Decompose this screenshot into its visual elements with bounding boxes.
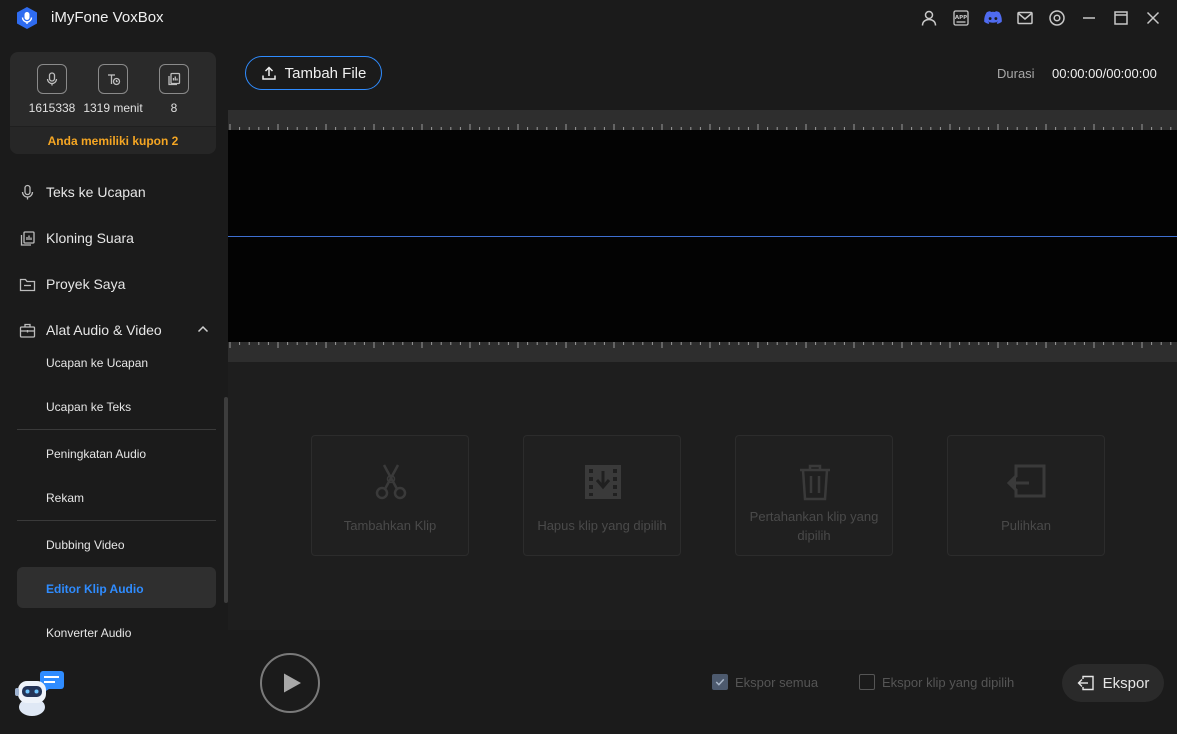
editor-top-bar: Tambah File Durasi 00:00:00/00:00:00 — [228, 36, 1177, 110]
tool-label: Hapus klip yang dipilih — [537, 518, 667, 533]
nav-voice-cloning[interactable]: Kloning Suara — [18, 226, 134, 250]
waveform-area[interactable] — [228, 130, 1177, 342]
add-clip-button[interactable]: Tambahkan Klip — [311, 435, 469, 556]
add-file-button[interactable]: Tambah File — [245, 56, 382, 90]
play-button[interactable] — [260, 653, 320, 713]
export-all-label: Ekspor semua — [735, 674, 819, 690]
minimize-icon[interactable] — [1073, 2, 1105, 34]
chevron-up-icon[interactable] — [196, 322, 210, 336]
coupon-banner[interactable]: Anda memiliki kupon 2 — [10, 126, 216, 154]
stat-value: 1615338 — [28, 101, 76, 115]
stat-characters: 1615338 — [22, 64, 82, 115]
delete-selected-clip-button[interactable]: Hapus klip yang dipilih — [523, 435, 681, 556]
sub-item-speech-to-speech[interactable]: Ucapan ke Ucapan — [46, 356, 148, 370]
close-icon[interactable] — [1137, 2, 1169, 34]
export-selected-checkbox[interactable]: Ekspor klip yang dipilih — [859, 674, 1014, 690]
user-icon[interactable] — [913, 2, 945, 34]
sub-item-video-dubbing[interactable]: Dubbing Video — [46, 538, 125, 552]
tool-label: Pulihkan — [1001, 518, 1051, 533]
app-logo-icon — [17, 7, 37, 29]
timeline-ruler-bottom — [228, 342, 1177, 362]
chatbot-icon[interactable] — [12, 669, 66, 719]
maximize-icon[interactable] — [1105, 2, 1137, 34]
export-selected-label: Ekspor klip yang dipilih — [882, 674, 1015, 690]
app-badge-text: APP — [955, 15, 967, 21]
stat-clones: 8 — [144, 64, 204, 115]
trash-icon — [800, 464, 830, 501]
sub-item-record[interactable]: Rekam — [46, 491, 84, 505]
nav-label: Proyek Saya — [46, 276, 126, 292]
playback-bar: Ekspor semua Ekspor klip yang dipilih Ek… — [228, 630, 1177, 734]
export-all-checkbox[interactable]: Ekspor semua — [712, 674, 818, 690]
stats-card: 1615338 1319 menit 8 Anda memiliki kupon… — [10, 52, 216, 154]
folder-icon — [18, 275, 36, 293]
sub-item-audio-enhancement[interactable]: Peningkatan Audio — [46, 447, 146, 461]
title-bar: iMyFone VoxBox APP — [0, 0, 1177, 36]
main-panel: Tambah File Durasi 00:00:00/00:00:00 Tam… — [228, 36, 1177, 734]
tool-label: Pertahankan klip yang dipilih — [749, 509, 879, 543]
checkbox-checked-icon — [712, 674, 728, 690]
nav-label: Teks ke Ucapan — [46, 184, 146, 200]
export-icon — [1077, 675, 1094, 691]
export-button-label: Ekspor — [1102, 674, 1150, 692]
nav-my-projects[interactable]: Proyek Saya — [18, 272, 125, 296]
nav-label: Alat Audio & Video — [46, 322, 162, 338]
clip-tools-area: Tambahkan Klip Hapus klip yang dipilih P… — [228, 362, 1177, 630]
nav-text-to-speech[interactable]: Teks ke Ucapan — [18, 180, 146, 204]
play-icon — [284, 673, 301, 693]
restore-icon — [1007, 464, 1046, 498]
restore-button[interactable]: Pulihkan — [947, 435, 1105, 556]
settings-icon[interactable] — [1041, 2, 1073, 34]
discord-icon[interactable] — [977, 2, 1009, 34]
divider — [17, 520, 216, 521]
app-icon[interactable]: APP — [945, 2, 977, 34]
export-button[interactable]: Ekspor — [1062, 664, 1164, 702]
nav-label: Kloning Suara — [46, 230, 134, 246]
mail-icon[interactable] — [1009, 2, 1041, 34]
sidebar: 1615338 1319 menit 8 Anda memiliki kupon… — [0, 36, 228, 734]
app-title: iMyFone VoxBox — [51, 9, 164, 26]
text-clock-icon — [98, 64, 128, 94]
film-delete-icon — [585, 465, 621, 499]
toolbox-icon — [18, 321, 36, 339]
clone-icon — [18, 229, 36, 247]
upload-icon — [261, 66, 276, 80]
stat-minutes: 1319 menit — [83, 64, 143, 115]
voice-icon — [37, 64, 67, 94]
microphone-icon — [18, 183, 36, 201]
nav-audio-video-tools[interactable]: Alat Audio & Video — [18, 318, 162, 342]
sub-item-speech-to-text[interactable]: Ucapan ke Teks — [46, 400, 131, 414]
clone-icon — [159, 64, 189, 94]
checkbox-unchecked-icon — [859, 674, 875, 690]
duration-label: Durasi — [997, 66, 1035, 81]
divider — [17, 429, 216, 430]
keep-selected-clip-button[interactable]: Pertahankan klip yang dipilih — [735, 435, 893, 556]
sub-item-audio-clip-editor[interactable]: Editor Klip Audio — [46, 582, 144, 596]
scissors-icon — [375, 464, 407, 500]
waveform-baseline — [228, 236, 1177, 237]
duration-value: 00:00:00/00:00:00 — [1052, 66, 1157, 81]
stat-value: 1319 menit — [83, 101, 143, 115]
tool-label: Tambahkan Klip — [343, 518, 437, 533]
stat-value: 8 — [170, 101, 178, 115]
sub-item-audio-converter[interactable]: Konverter Audio — [46, 626, 131, 640]
add-file-label: Tambah File — [284, 64, 367, 82]
timeline-ruler-top — [228, 110, 1177, 130]
